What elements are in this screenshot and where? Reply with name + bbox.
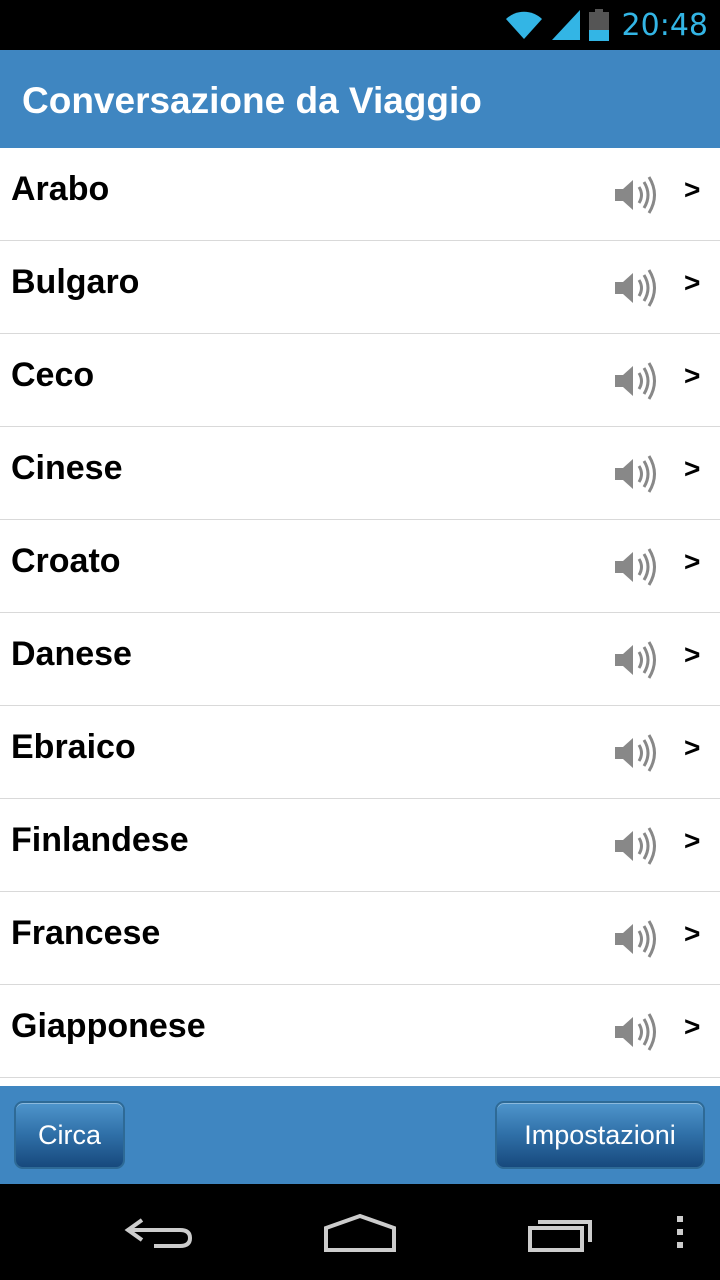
chevron-right-icon: > — [684, 825, 701, 856]
home-icon[interactable] — [322, 1212, 398, 1254]
list-item-croato[interactable]: Croato > — [0, 520, 720, 613]
list-item-label: Croato — [11, 542, 121, 580]
menu-icon[interactable] — [674, 1212, 686, 1252]
list-item-finlandese[interactable]: Finlandese > — [0, 799, 720, 892]
speaker-icon[interactable] — [612, 451, 658, 497]
list-item-label: Bulgaro — [11, 263, 140, 301]
list-item-label: Danese — [11, 635, 132, 673]
speaker-icon[interactable] — [612, 730, 658, 776]
list-item-label: Francese — [11, 914, 161, 952]
bottom-toolbar: Circa Impostazioni — [0, 1086, 720, 1184]
list-item-bulgaro[interactable]: Bulgaro > — [0, 241, 720, 334]
impostazioni-button[interactable]: Impostazioni — [495, 1101, 705, 1169]
list-item-cinese[interactable]: Cinese > — [0, 427, 720, 520]
list-item-ebraico[interactable]: Ebraico > — [0, 706, 720, 799]
list-item-label: Ebraico — [11, 728, 136, 766]
status-bar: 20:48 — [0, 0, 720, 50]
speaker-icon[interactable] — [612, 172, 658, 218]
chevron-right-icon: > — [684, 267, 701, 298]
language-list: Arabo > Bulgaro > Ceco > Cinese > Croato… — [0, 148, 720, 1086]
list-item-label: Cinese — [11, 449, 123, 487]
signal-icon — [551, 10, 580, 40]
chevron-right-icon: > — [684, 732, 701, 763]
list-item-arabo[interactable]: Arabo > — [0, 148, 720, 241]
speaker-icon[interactable] — [612, 1009, 658, 1055]
list-item-danese[interactable]: Danese > — [0, 613, 720, 706]
speaker-icon[interactable] — [612, 916, 658, 962]
wifi-icon — [505, 11, 542, 39]
list-item-label: Arabo — [11, 170, 110, 208]
status-clock: 20:48 — [621, 7, 708, 43]
list-item-ceco[interactable]: Ceco > — [0, 334, 720, 427]
chevron-right-icon: > — [684, 453, 701, 484]
action-bar: Conversazione da Viaggio — [0, 50, 720, 148]
app-title: Conversazione da Viaggio — [22, 80, 482, 121]
speaker-icon[interactable] — [612, 265, 658, 311]
status-icons: 20:48 — [504, 6, 708, 44]
chevron-right-icon: > — [684, 174, 701, 205]
list-item-giapponese[interactable]: Giapponese > — [0, 985, 720, 1078]
chevron-right-icon: > — [684, 1011, 701, 1042]
list-item-francese[interactable]: Francese > — [0, 892, 720, 985]
speaker-icon[interactable] — [612, 823, 658, 869]
recents-icon[interactable] — [526, 1212, 598, 1254]
battery-icon — [588, 9, 609, 41]
list-item-label: Finlandese — [11, 821, 189, 859]
speaker-icon[interactable] — [612, 544, 658, 590]
list-item-label: Ceco — [11, 356, 95, 394]
system-nav-bar — [0, 1184, 720, 1280]
back-icon[interactable] — [124, 1212, 196, 1252]
chevron-right-icon: > — [684, 639, 701, 670]
chevron-right-icon: > — [684, 360, 701, 391]
circa-button[interactable]: Circa — [14, 1101, 125, 1169]
speaker-icon[interactable] — [612, 637, 658, 683]
chevron-right-icon: > — [684, 918, 701, 949]
speaker-icon[interactable] — [612, 358, 658, 404]
list-item-label: Giapponese — [11, 1007, 206, 1045]
chevron-right-icon: > — [684, 546, 701, 577]
